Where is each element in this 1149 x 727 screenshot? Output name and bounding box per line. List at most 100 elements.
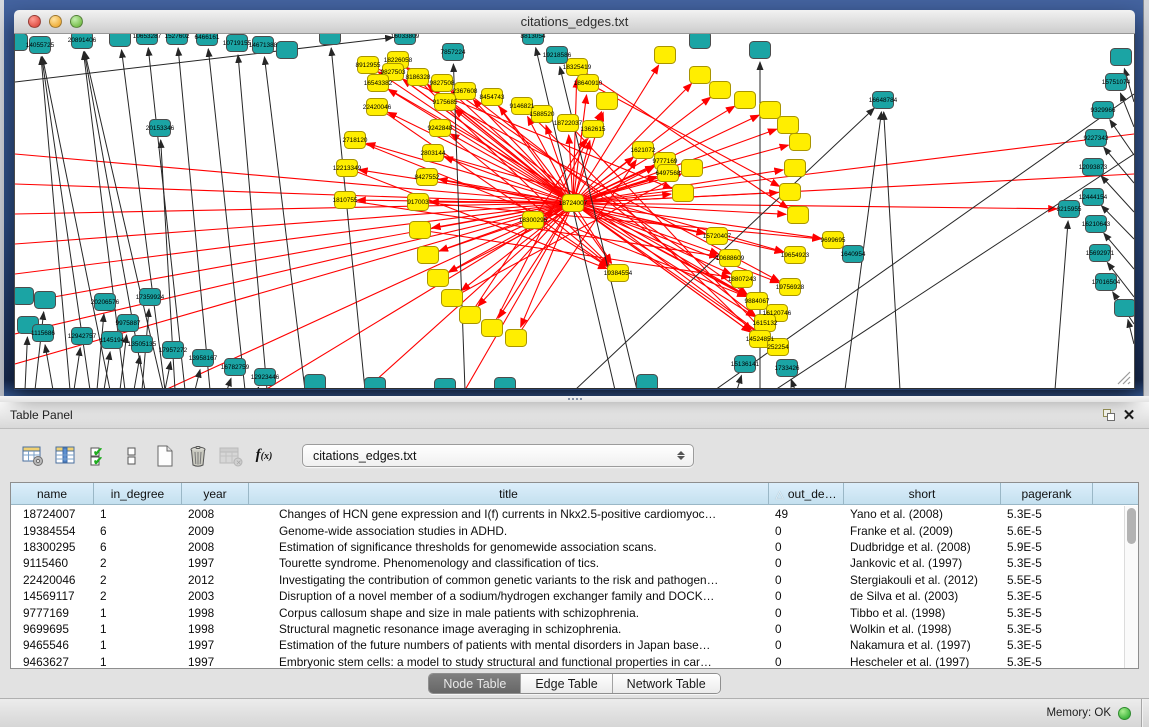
table-cell[interactable]: 9777169 <box>11 606 94 620</box>
selected-node[interactable] <box>442 290 463 307</box>
edge[interactable] <box>737 375 741 388</box>
table-cell[interactable]: 2 <box>94 573 182 587</box>
function-builder-button[interactable]: f(x) <box>251 443 277 469</box>
table-cell[interactable]: 5.3E-5 <box>1001 589 1093 603</box>
selected-node[interactable] <box>428 270 449 287</box>
selected-node[interactable] <box>482 320 503 337</box>
delete-column-button[interactable] <box>185 443 211 469</box>
table-cell[interactable]: 2003 <box>182 589 249 603</box>
node[interactable] <box>435 379 456 389</box>
table-cell[interactable]: Tibbo et al. (1998) <box>844 606 1001 620</box>
node[interactable] <box>495 378 516 389</box>
new-column-button[interactable] <box>152 443 178 469</box>
table-cell[interactable]: 5.3E-5 <box>1001 556 1093 570</box>
horizontal-splitter[interactable] <box>0 396 1149 402</box>
selected-edge[interactable] <box>15 203 573 274</box>
selected-node[interactable] <box>418 247 439 264</box>
selected-node[interactable] <box>690 67 711 84</box>
table-cell[interactable]: 5.9E-5 <box>1001 540 1093 554</box>
table-cell[interactable]: 22420046 <box>11 573 94 587</box>
table-cell[interactable]: 2 <box>94 589 182 603</box>
table-cell[interactable]: 9465546 <box>11 638 94 652</box>
table-row[interactable]: 946554611997Estimation of the future num… <box>11 637 1124 653</box>
table-row[interactable]: 1872400712008Changes of HCN gene express… <box>11 506 1124 522</box>
node[interactable] <box>277 42 298 59</box>
selected-node[interactable] <box>760 102 781 119</box>
table-cell[interactable]: 0 <box>769 606 844 620</box>
edge[interactable] <box>257 387 259 388</box>
table-cell[interactable]: 1998 <box>182 606 249 620</box>
node[interactable] <box>637 375 658 389</box>
edge[interactable] <box>104 352 110 388</box>
table-cell[interactable]: 49 <box>769 507 844 521</box>
column-header-year[interactable]: year <box>182 483 249 505</box>
table-cell[interactable]: 5.3E-5 <box>1001 606 1093 620</box>
edge[interactable] <box>45 345 53 388</box>
edge[interactable] <box>195 370 200 388</box>
edge[interactable] <box>134 356 140 388</box>
table-row[interactable]: 946362711997Embryonic stem cells: a mode… <box>11 654 1124 668</box>
table-cell[interactable]: 5.6E-5 <box>1001 524 1093 538</box>
table-cell[interactable]: 18724007 <box>11 507 94 521</box>
edge[interactable] <box>208 49 245 388</box>
node[interactable] <box>15 288 34 305</box>
table-cell[interactable]: Nakamura et al. (1997) <box>844 638 1001 652</box>
table-row[interactable]: 1456911722003Disruption of a novel membe… <box>11 588 1124 604</box>
select-all-button[interactable]: ✔ ✔ <box>86 443 112 469</box>
edge[interactable] <box>264 57 305 388</box>
edge[interactable] <box>1110 120 1134 155</box>
table-row[interactable]: 2242004622012Investigating the contribut… <box>11 572 1124 588</box>
table-cell[interactable]: Wolkin et al. (1998) <box>844 622 1001 636</box>
table-mode-button[interactable] <box>20 443 46 469</box>
table-cell[interactable]: 0 <box>769 622 844 636</box>
tab-edge-table[interactable]: Edge Table <box>521 674 612 693</box>
deselect-all-button[interactable] <box>119 443 145 469</box>
table-cell[interactable]: 2 <box>94 556 182 570</box>
table-row[interactable]: 911546021997Tourette syndrome. Phenomeno… <box>11 555 1124 571</box>
table-cell[interactable]: 2012 <box>182 573 249 587</box>
node[interactable] <box>305 375 326 389</box>
selected-node[interactable] <box>778 117 799 134</box>
table-row[interactable]: 1830029562008Estimation of significance … <box>11 539 1124 555</box>
table-cell[interactable]: 9463627 <box>11 655 94 668</box>
table-row[interactable]: 1938455462009Genome-wide association stu… <box>11 522 1124 538</box>
table-cell[interactable]: 14569117 <box>11 589 94 603</box>
table-cell[interactable]: 2008 <box>182 507 249 521</box>
table-cell[interactable]: 1997 <box>182 638 249 652</box>
edge[interactable] <box>331 48 365 388</box>
selected-node[interactable] <box>655 47 676 64</box>
table-cell[interactable]: 5.3E-5 <box>1001 507 1093 521</box>
close-panel-button[interactable]: ✕ <box>1119 406 1139 424</box>
edge[interactable] <box>791 379 795 388</box>
table-cell[interactable]: Genome-wide association studies in ADHD. <box>249 524 769 538</box>
table-cell[interactable]: 9699695 <box>11 622 94 636</box>
selected-node[interactable] <box>735 92 756 109</box>
table-cell[interactable]: 1 <box>94 655 182 668</box>
node[interactable] <box>320 34 341 45</box>
edge[interactable] <box>1055 221 1068 388</box>
table-cell[interactable]: 1 <box>94 507 182 521</box>
table-cell[interactable]: 1 <box>94 638 182 652</box>
node[interactable] <box>35 292 56 309</box>
selected-node[interactable] <box>597 93 618 110</box>
edge[interactable] <box>227 378 231 388</box>
edge[interactable] <box>884 112 900 388</box>
selected-edge[interactable] <box>420 230 730 277</box>
selected-node[interactable] <box>710 82 731 99</box>
selected-node[interactable] <box>780 184 801 201</box>
table-cell[interactable]: Tourette syndrome. Phenomenology and cla… <box>249 556 769 570</box>
column-header-title[interactable]: title <box>249 483 769 505</box>
table-cell[interactable]: Stergiakouli et al. (2012) <box>844 573 1001 587</box>
table-cell[interactable]: 5.5E-5 <box>1001 573 1093 587</box>
node[interactable] <box>1115 300 1135 317</box>
edge[interactable] <box>148 48 185 388</box>
window-resize-grip[interactable] <box>1118 372 1130 384</box>
edge[interactable] <box>74 348 80 388</box>
edge[interactable] <box>165 362 171 388</box>
table-cell[interactable]: 9115460 <box>11 556 94 570</box>
table-cell[interactable]: 5.3E-5 <box>1001 655 1093 668</box>
table-cell[interactable]: Franke et al. (2009) <box>844 524 1001 538</box>
table-cell[interactable]: Yano et al. (2008) <box>844 507 1001 521</box>
edge[interactable] <box>775 154 1134 388</box>
table-cell[interactable]: Changes of HCN gene expression and I(f) … <box>249 507 769 521</box>
